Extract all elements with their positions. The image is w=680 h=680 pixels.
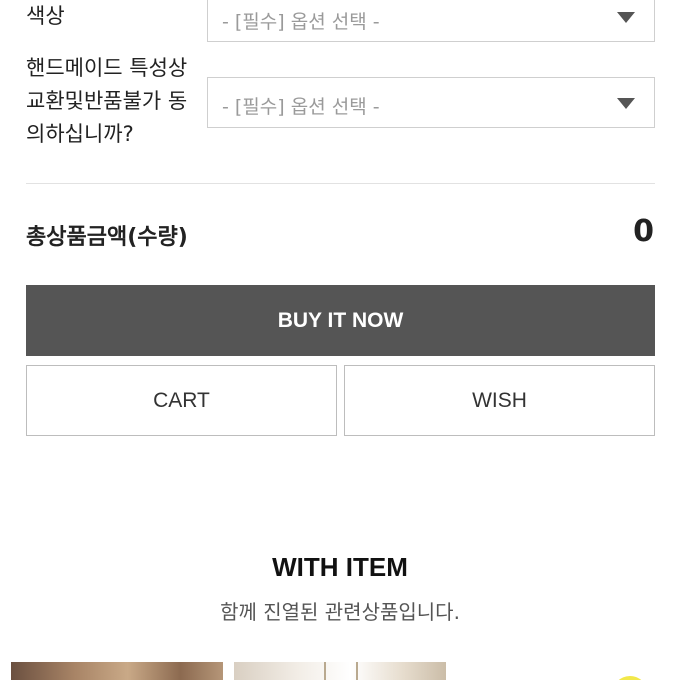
divider	[26, 183, 655, 184]
option-label-line-2: 교환및반품불가 동	[26, 89, 188, 113]
color-select[interactable]: - [필수] 옵션 선택 -	[207, 0, 655, 42]
cart-button[interactable]: CART	[26, 365, 337, 436]
option-label-line-3: 의하십니까?	[26, 122, 134, 146]
chevron-down-icon	[617, 98, 635, 109]
select-placeholder: - [필수] 옵션 선택 -	[222, 11, 380, 33]
related-product-thumbnail[interactable]	[11, 662, 223, 680]
total-price-label: 총상품금액(수량)	[26, 225, 188, 250]
with-item-title: WITH ITEM	[272, 552, 408, 582]
chevron-down-icon	[617, 12, 635, 23]
with-item-subtitle: 함께 진열된 관련상품입니다.	[220, 600, 460, 624]
wish-button[interactable]: WISH	[344, 365, 655, 436]
select-placeholder: - [필수] 옵션 선택 -	[222, 96, 380, 118]
related-product-thumbnail[interactable]	[612, 676, 648, 680]
related-product-thumbnail[interactable]	[234, 662, 446, 680]
option-label-line-1: 핸드메이드 특성상	[26, 56, 188, 80]
agreement-select[interactable]: - [필수] 옵션 선택 -	[207, 77, 655, 128]
total-price-value: 0	[633, 214, 654, 249]
buy-it-now-button[interactable]: BUY IT NOW	[26, 285, 655, 356]
option-label-color: 색상	[26, 4, 65, 28]
product-options-panel: 색상 - [필수] 옵션 선택 - 핸드메이드 특성상 교환및반품불가 동 의하…	[0, 0, 680, 680]
